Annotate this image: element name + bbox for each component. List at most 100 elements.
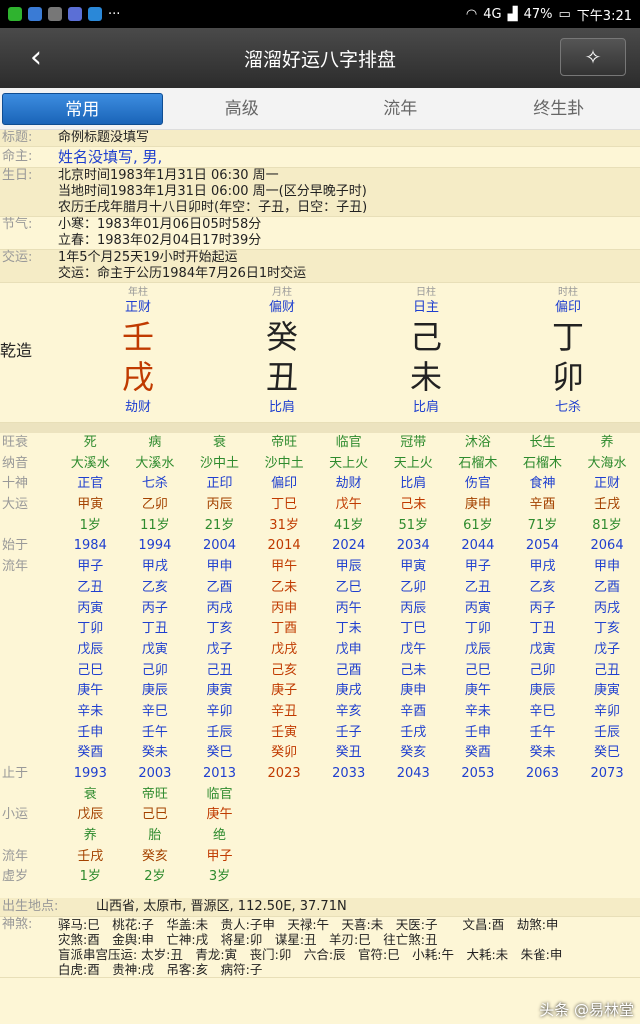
nayin-row-cell: 天上火 [393,455,433,471]
wangshuai-row-cell: 沐浴 [464,435,491,450]
liunian-row-cell: 庚午 [77,683,104,699]
liunian-row-cell: 甲申 [206,559,233,575]
liunian-row-cell: 甲辰 [335,559,362,575]
title-label: 标题: [2,130,33,145]
xusui-row-cell: 3岁 [208,869,231,885]
dayun-row-label: 大运 [2,497,29,513]
dayun-row: 大运 甲寅 乙卯 丙辰 丁巳 戊午 己未 庚申 辛酉 壬戌 [0,495,640,516]
tab-bar: 常用 高级 流年 终生卦 [0,88,640,130]
birthplace-value: 山西省, 太原市, 晋源区, 112.50E, 37.71N [96,899,347,915]
tab-common[interactable]: 常用 [2,92,163,125]
tab-lifetime-gua[interactable]: 终生卦 [480,93,639,125]
zhiyu-row-label: 止于 [2,766,29,781]
xiaoyun-row-cell: 戊辰 [77,807,104,823]
birthplace-row: 出生地点: 山西省, 太原市, 晋源区, 112.50E, 37.71N [0,898,640,918]
liunian-row-cell: 丙戌 [594,600,621,616]
liunian-row-cell: 壬寅 [271,724,298,740]
liunian-row-cell: 戊寅 [141,641,168,657]
owner-value: 姓名没填写, 男, [58,148,163,166]
liunian-row-cell: 乙丑 [77,579,104,595]
liunian-row-cell: 癸酉 [77,745,104,761]
zhiyu-row-cell: 2023 [267,766,301,781]
liunian-row-cell: 己未 [400,662,427,678]
liunian-row-cell: 戊辰 [464,641,491,657]
nayin-row-cell: 沙中土 [264,455,304,471]
liunian-row-cell: 庚子 [271,683,298,699]
birth-line: 当地时间1983年1月31日 06:00 周一(区分早晚子时) [58,184,367,199]
shiyu-row-cell: 2034 [396,538,430,554]
owner-row: 命主: 姓名没填写, 男, [0,147,640,168]
wifi-icon: ◠ [465,6,478,22]
liunian-row-cell: 庚戌 [335,683,362,699]
age-row-cell: 41岁 [333,517,364,533]
shishen-row-label: 十神 [2,476,29,492]
liunian-row-cell: 戊午 [400,641,427,657]
xiaoyun-row-cell: 庚午 [206,807,233,823]
age-row-cell: 61岁 [463,517,493,533]
nayin-row-cell: 石榴木 [458,455,498,471]
liunian-row-cell: 丙辰 [400,600,427,616]
zhiyu-row-cell: 2053 [461,766,495,781]
xiaoyun-top-row-label [0,785,58,806]
xiaoyun-row-label: 小运 [2,807,29,823]
liunian-row-cell: 丁酉 [271,621,298,637]
liunian-row-cell: 癸酉 [464,745,491,761]
divider [0,423,640,433]
xiaoyun-bot-row-label [0,826,58,847]
pillar-sub: 比肩 [268,400,295,415]
liunian-row-cell: 戊子 [594,641,621,657]
birth-row: 生日: 北京时间1983年1月31日 06:30 周一 当地时间1983年1月3… [0,168,640,217]
liunian-row-cell: 丙寅 [464,600,491,616]
xusui-row: 虚岁 1岁 2岁 3岁 [0,867,640,888]
tab-liunian[interactable]: 流年 [321,93,480,125]
age-row-cell: 11岁 [140,517,170,533]
pillar-head: 日柱 [416,287,436,298]
pillar-branch: 卯 [551,358,584,396]
shishen-row: 十神 正官 七杀 正印 偏印 劫财 比肩 伤官 食神 正财 [0,474,640,495]
shishen-row-cell: 偏印 [271,476,298,492]
liunian-row-cell: 辛亥 [335,703,362,719]
back-icon[interactable]: ‹ [30,40,42,75]
liunian-row-label [0,661,58,682]
magic-wand-button[interactable]: ✧ [560,38,626,76]
app-icon [28,7,42,21]
liunian-row: 丙寅 丙子 丙戌 丙申 丙午 丙辰 丙寅 丙子 丙戌 [0,599,640,620]
person-icon [48,7,62,21]
dayun-row-cell: 甲寅 [77,497,104,513]
wechat-icon [8,7,22,21]
liunian-row-cell: 癸亥 [400,745,427,761]
wangshuai-row-cell: 冠带 [400,435,427,450]
liunian-row-label [0,640,58,661]
shensha-line: 盲派串宫压运: 太岁:丑 青龙:寅 丧门:卯 六合:辰 官符:巳 小耗:午 大耗… [58,947,563,963]
liunian-row-cell: 丁未 [335,621,362,637]
liunian-row-cell: 辛巳 [141,703,168,719]
wangshuai-row: 旺衰 死 病 衰 帝旺 临官 冠带 沐浴 长生 养 [0,433,640,454]
xiaoyun-bot-row-cell: 养 [83,828,97,844]
liunian-row-cell: 戊寅 [529,641,556,657]
zhiyu-row-cell: 2073 [590,766,624,781]
wangshuai-row-cell: 病 [148,435,162,450]
pillar-sub: 劫财 [124,400,151,415]
liunian-row-cell: 癸巳 [594,745,621,761]
tab-advanced[interactable]: 高级 [163,93,322,125]
bottom-section: 出生地点: 山西省, 太原市, 晋源区, 112.50E, 37.71N 神煞:… [0,898,640,979]
pillar: 时柱 偏印丁卯七杀 [528,287,608,417]
nayin-row-cell: 大溪水 [70,455,110,471]
liunian-row-cell: 丁亥 [206,621,233,637]
dayun-row-cell: 丙辰 [206,497,233,513]
liunian-row-cell: 己卯 [141,662,168,678]
liunian-row-cell: 壬午 [529,724,556,740]
app-title: 溜溜好运八字排盘 [243,48,396,71]
xusui-row-label: 虚岁 [2,869,29,885]
xiaoyun-bot-row-cell: 胎 [148,828,162,844]
pillar: 日柱 日主己未比肩 [386,287,466,417]
pillar-god: 日主 [412,300,439,315]
shiyu-row-cell: 2024 [332,538,366,554]
zhiyu-row-cell: 2013 [202,766,237,781]
liunian-row-cell: 癸未 [141,745,168,761]
dayun-row-cell: 辛酉 [529,497,556,513]
pillar-god: 正财 [124,300,151,315]
pillar-branch: 丑 [265,358,298,396]
liunian-row-cell: 壬戌 [400,724,427,740]
title-value: 命例标题没填写 [58,130,150,145]
